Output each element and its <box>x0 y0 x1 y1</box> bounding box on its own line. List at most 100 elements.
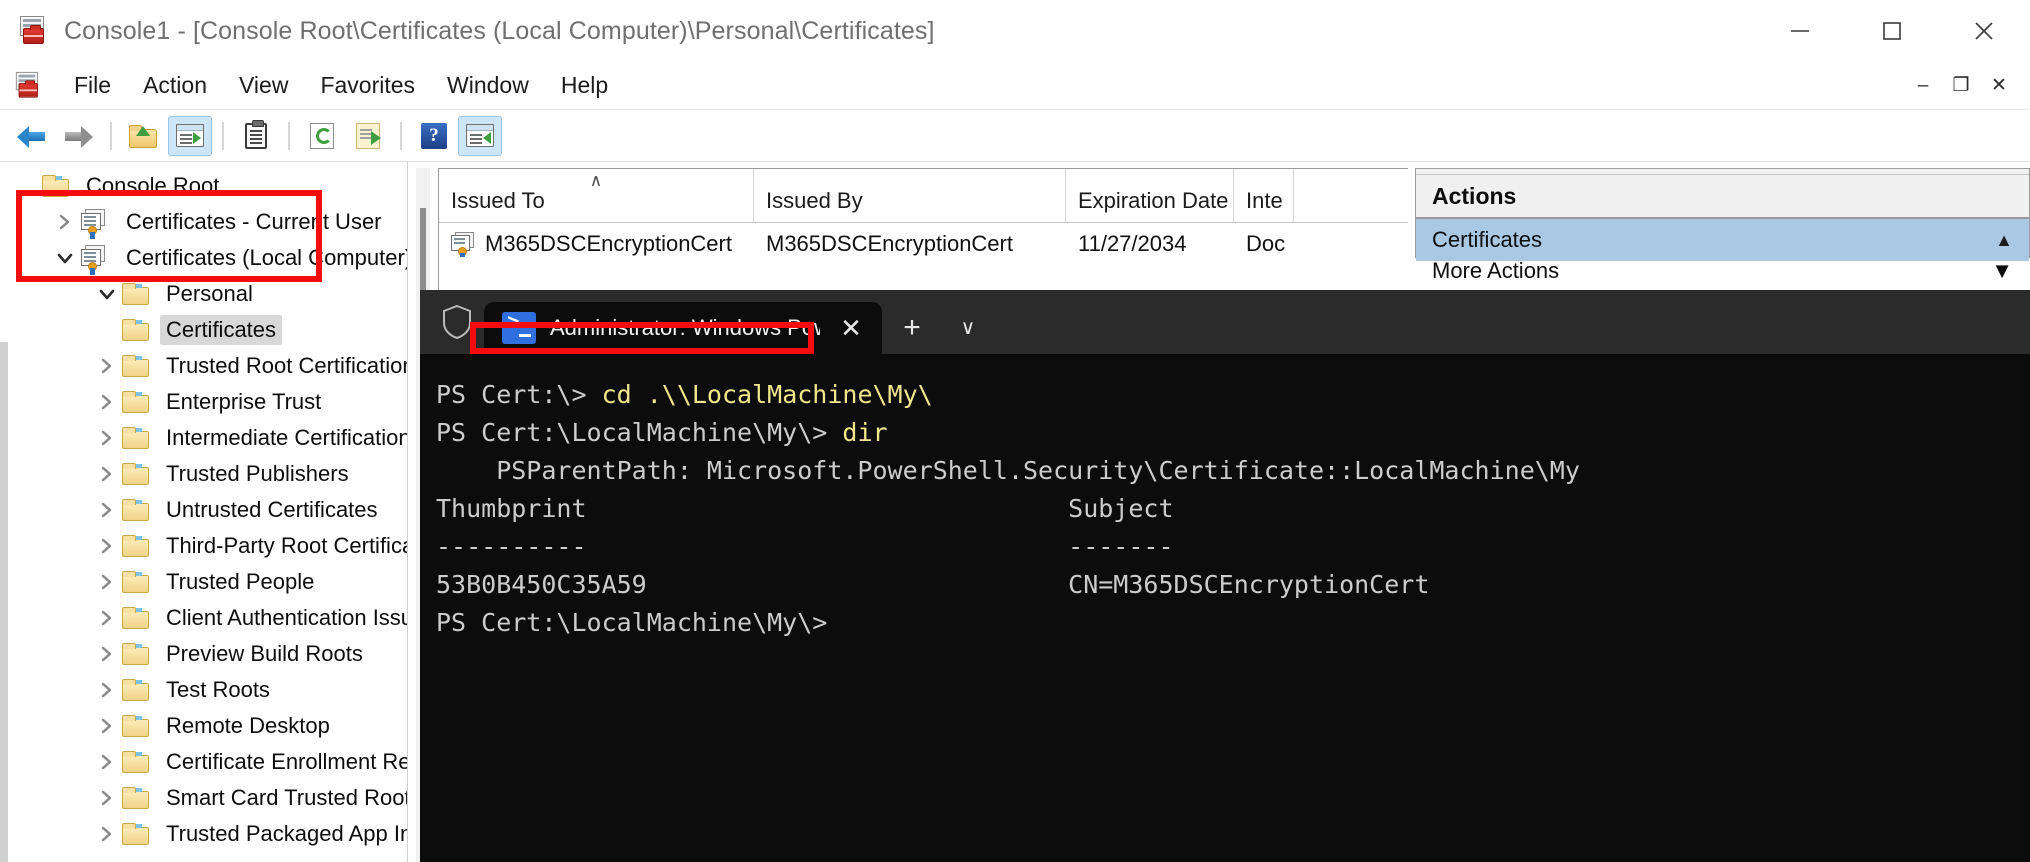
column-header-issued-by[interactable]: Issued By <box>754 169 1066 222</box>
mmc-console-window: Console1 - [Console Root\Certificates (L… <box>0 0 2030 862</box>
chevron-down-icon[interactable]: ∨ <box>942 302 994 354</box>
tree-node-trusted-root-certification-authoritie[interactable]: Trusted Root Certification Authoritie <box>0 348 407 384</box>
tree-node-label: Preview Build Roots <box>166 641 363 666</box>
tree-node-certificates[interactable]: Certificates <box>0 312 407 348</box>
mdi-restore-button[interactable]: ❐ <box>1944 69 1978 103</box>
terminal-prompt: 53B0B450C35A59 CN=M365DSCEncryptionCert <box>436 570 1430 599</box>
folder-icon <box>122 283 150 305</box>
chevron-right-icon[interactable] <box>92 675 122 705</box>
chevron-right-icon[interactable] <box>50 207 80 237</box>
chevron-right-icon[interactable] <box>92 819 122 849</box>
mdi-minimize-button[interactable]: – <box>1906 69 1940 103</box>
menu-item-file[interactable]: File <box>58 69 127 102</box>
chevron-right-icon[interactable] <box>92 495 122 525</box>
menu-item-help[interactable]: Help <box>545 69 624 102</box>
help-button[interactable]: ? <box>412 116 456 156</box>
chevron-right-icon[interactable] <box>92 567 122 597</box>
tree-node-label: Personal <box>166 281 253 306</box>
folder-icon <box>122 463 150 485</box>
show-hide-console-tree-button[interactable] <box>168 115 212 156</box>
terminal-line: PSParentPath: Microsoft.PowerShell.Secur… <box>428 452 2030 490</box>
cell-text: M365DSCEncryptionCert <box>485 231 732 256</box>
close-button[interactable] <box>1938 0 2030 62</box>
minimize-button[interactable] <box>1754 0 1846 62</box>
back-button[interactable] <box>10 116 54 156</box>
chevron-right-icon[interactable] <box>92 639 122 669</box>
terminal-prompt: PSParentPath: Microsoft.PowerShell.Secur… <box>436 456 1580 485</box>
actions-item-more-actions[interactable]: More Actions ▼ <box>1416 261 2029 281</box>
chevron-down-icon[interactable] <box>92 279 122 309</box>
tree-node-certificates-local-computer[interactable]: Certificates (Local Computer) <box>0 240 407 276</box>
tree-node-label: Trusted People <box>166 569 315 594</box>
mdi-close-button[interactable]: ✕ <box>1982 69 2016 103</box>
chevron-right-icon[interactable] <box>92 351 122 381</box>
terminal-prompt: PS Cert:\LocalMachine\My\> <box>436 608 828 637</box>
forward-button[interactable] <box>56 116 100 156</box>
tree-node-enterprise-trust[interactable]: Enterprise Trust <box>0 384 407 420</box>
windows-terminal-window[interactable]: Administrator: Windows Powe ✕ + ∨ PS Cer… <box>420 290 2030 862</box>
chevron-down-icon[interactable] <box>50 243 80 273</box>
terminal-output[interactable]: PS Cert:\> cd .\\LocalMachine\My\ PS Cert… <box>420 354 2030 642</box>
tree-node-trusted-people[interactable]: Trusted People <box>0 564 407 600</box>
actions-item-certificates[interactable]: Certificates ▲ <box>1416 219 2029 261</box>
chevron-right-icon[interactable] <box>92 531 122 561</box>
toolbar-separator <box>288 121 290 150</box>
folder-icon <box>122 787 150 809</box>
tree-node-personal[interactable]: Personal <box>0 276 407 312</box>
tree-node-label: Enterprise Trust <box>166 389 322 414</box>
tree-node-intermediate-certification-authoritie[interactable]: Intermediate Certification Authoritie <box>0 420 407 456</box>
tree-node-third-party-root-certification-autho[interactable]: Third-Party Root Certification Autho <box>0 528 407 564</box>
scrollbar-thumb[interactable] <box>420 208 426 298</box>
column-header-issued-to[interactable]: Issued To ∧ <box>439 169 754 222</box>
chevron-right-icon[interactable] <box>92 387 122 417</box>
tree-node-trusted-publishers[interactable]: Trusted Publishers <box>0 456 407 492</box>
terminal-command: cd .\\LocalMachine\My\ <box>601 380 933 409</box>
column-header-expiration-date[interactable]: Expiration Date <box>1066 169 1234 222</box>
console-tree-pane[interactable]: Console Root Certificates - Current User C… <box>0 162 408 862</box>
column-header-inte[interactable]: Inte <box>1234 169 1294 222</box>
terminal-tab-powershell[interactable]: Administrator: Windows Powe ✕ <box>484 302 882 354</box>
properties-button[interactable] <box>234 116 278 156</box>
tree-node-smart-card-trusted-roots[interactable]: Smart Card Trusted Roots <box>0 780 407 816</box>
column-header-label: Inte <box>1246 188 1283 213</box>
actions-pane: Actions Certificates ▲ More Actions ▼ <box>1408 168 2030 281</box>
tree-node-console-root[interactable]: Console Root <box>0 168 407 204</box>
chevron-right-icon[interactable] <box>92 459 122 489</box>
tree-node-label: Certificates (Local Computer) <box>126 245 408 270</box>
tree-node-test-roots[interactable]: Test Roots <box>0 672 407 708</box>
tree-node-label: Third-Party Root Certification Autho <box>166 533 407 558</box>
folder-icon <box>122 715 150 737</box>
chevron-right-icon[interactable] <box>92 747 122 777</box>
menu-item-view[interactable]: View <box>223 69 304 102</box>
export-list-button[interactable] <box>346 116 390 156</box>
menu-item-window[interactable]: Window <box>431 69 545 102</box>
new-tab-button[interactable]: + <box>882 302 942 354</box>
folder-icon <box>122 679 150 701</box>
folder-icon <box>122 319 150 341</box>
terminal-prompt: ---------- ------- <box>436 532 1174 561</box>
maximize-button[interactable] <box>1846 0 1938 62</box>
up-one-level-button[interactable] <box>122 116 166 156</box>
refresh-button[interactable] <box>300 116 344 156</box>
tree-node-certificate-enrollment-requests[interactable]: Certificate Enrollment Requests <box>0 744 407 780</box>
menu-item-action[interactable]: Action <box>127 69 223 102</box>
menu-item-favorites[interactable]: Favorites <box>304 69 431 102</box>
show-hide-action-pane-button[interactable] <box>458 115 502 156</box>
folder-icon <box>122 355 150 377</box>
tree-node-certificates-current-user[interactable]: Certificates - Current User <box>0 204 407 240</box>
tree-node-client-authentication-issuers[interactable]: Client Authentication Issuers <box>0 600 407 636</box>
tree-node-remote-desktop[interactable]: Remote Desktop <box>0 708 407 744</box>
chevron-right-icon[interactable] <box>92 783 122 813</box>
folder-icon <box>122 751 150 773</box>
tree-node-preview-build-roots[interactable]: Preview Build Roots <box>0 636 407 672</box>
terminal-prompt: PS Cert:\> <box>436 380 602 409</box>
tree-node-untrusted-certificates[interactable]: Untrusted Certificates <box>0 492 407 528</box>
chevron-right-icon[interactable] <box>92 423 122 453</box>
tree-node-label: Trusted Root Certification Authoritie <box>166 353 408 378</box>
tree-node-label: Certificates - Current User <box>126 209 382 234</box>
chevron-right-icon[interactable] <box>92 711 122 741</box>
close-tab-icon[interactable]: ✕ <box>834 313 868 344</box>
tree-node-trusted-packaged-app-installation-a[interactable]: Trusted Packaged App Installation A <box>0 816 407 852</box>
chevron-right-icon[interactable] <box>92 603 122 633</box>
cell-text: 11/27/2034 <box>1078 231 1187 256</box>
